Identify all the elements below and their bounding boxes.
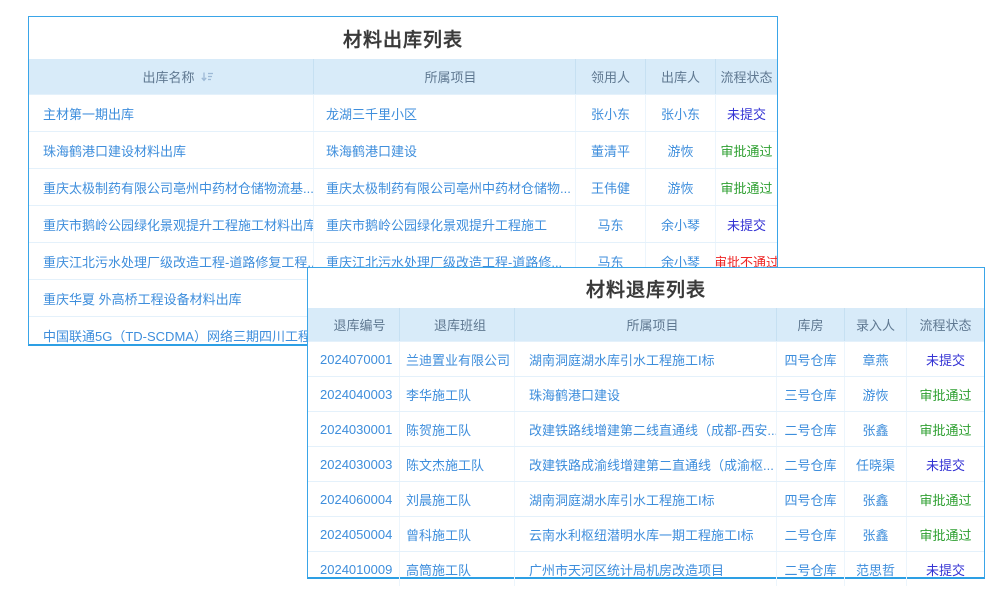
outbound-name-cell[interactable]: 重庆江北污水处理厂级改造工程-道路修复工程... [29, 243, 314, 279]
project-cell: 重庆太极制药有限公司亳州中药材仓储物... [314, 169, 576, 205]
column-header-outbound-name[interactable]: 出库名称 [29, 59, 314, 94]
table-row: 2024010009高筒施工队广州市天河区统计局机房改造项目二号仓库范思哲未提交 [308, 551, 984, 586]
project-cell: 湖南洞庭湖水库引水工程施工I标 [515, 482, 777, 516]
status-cell: 未提交 [716, 206, 777, 242]
team-cell: 陈贺施工队 [400, 412, 515, 446]
return-id-cell[interactable]: 2024060004 [308, 482, 400, 516]
project-cell: 湖南洞庭湖水库引水工程施工I标 [515, 342, 777, 376]
recorder-cell: 任晓渠 [845, 447, 907, 481]
outbound-table-header-row: 出库名称 所属项目 领用人 出库人 流程状态 [29, 59, 777, 94]
team-cell: 刘晨施工队 [400, 482, 515, 516]
return-id-cell[interactable]: 2024030003 [308, 447, 400, 481]
project-cell: 珠海鹤港口建设 [515, 377, 777, 411]
column-header-return-team: 退库班组 [400, 308, 515, 341]
project-cell: 改建铁路成渝线增建第二直通线（成渝枢... [515, 447, 777, 481]
return-table-header-row: 退库编号 退库班组 所属项目 库房 录入人 流程状态 [308, 308, 984, 341]
recorder-cell: 游恢 [845, 377, 907, 411]
project-cell: 珠海鹤港口建设 [314, 132, 576, 168]
outbound-name-cell[interactable]: 重庆市鹅岭公园绿化景观提升工程施工材料出库 [29, 206, 314, 242]
status-cell: 审批通过 [907, 412, 984, 446]
outbound-name-cell[interactable]: 主材第一期出库 [29, 95, 314, 131]
status-cell: 审批通过 [716, 169, 777, 205]
recorder-cell: 范思哲 [845, 552, 907, 586]
table-row: 2024060004刘晨施工队湖南洞庭湖水库引水工程施工I标四号仓库张鑫审批通过 [308, 481, 984, 516]
recorder-cell: 张鑫 [845, 482, 907, 516]
outbound-table-title: 材料出库列表 [29, 17, 777, 59]
project-cell: 龙湖三千里小区 [314, 95, 576, 131]
outbound-name-cell[interactable]: 珠海鹤港口建设材料出库 [29, 132, 314, 168]
status-cell: 审批通过 [907, 482, 984, 516]
table-row: 重庆太极制药有限公司亳州中药材仓储物流基...重庆太极制药有限公司亳州中药材仓储… [29, 168, 777, 205]
status-cell: 未提交 [907, 342, 984, 376]
recorder-cell: 张鑫 [845, 517, 907, 551]
table-row: 2024050004曾科施工队云南水利枢纽潜明水库一期工程施工I标二号仓库张鑫审… [308, 516, 984, 551]
issuer-cell: 余小琴 [646, 206, 716, 242]
return-id-cell[interactable]: 2024050004 [308, 517, 400, 551]
table-row: 2024070001兰迪置业有限公司湖南洞庭湖水库引水工程施工I标四号仓库章燕未… [308, 341, 984, 376]
status-cell: 未提交 [907, 447, 984, 481]
return-id-cell[interactable]: 2024030001 [308, 412, 400, 446]
issuer-cell: 游恢 [646, 132, 716, 168]
return-table-title: 材料退库列表 [308, 268, 984, 308]
team-cell: 兰迪置业有限公司 [400, 342, 515, 376]
recorder-cell: 张鑫 [845, 412, 907, 446]
table-row: 2024030001陈贺施工队改建铁路线增建第二线直通线（成都-西安...二号仓… [308, 411, 984, 446]
project-cell: 广州市天河区统计局机房改造项目 [515, 552, 777, 586]
recipient-cell: 王伟健 [576, 169, 646, 205]
warehouse-cell: 四号仓库 [777, 342, 845, 376]
warehouse-cell: 二号仓库 [777, 517, 845, 551]
team-cell: 曾科施工队 [400, 517, 515, 551]
column-header-project: 所属项目 [314, 59, 576, 94]
return-id-cell[interactable]: 2024070001 [308, 342, 400, 376]
column-header-return-project: 所属项目 [515, 308, 777, 341]
return-id-cell[interactable]: 2024010009 [308, 552, 400, 586]
recipient-cell: 马东 [576, 206, 646, 242]
team-cell: 陈文杰施工队 [400, 447, 515, 481]
warehouse-cell: 二号仓库 [777, 412, 845, 446]
return-table-body: 2024070001兰迪置业有限公司湖南洞庭湖水库引水工程施工I标四号仓库章燕未… [308, 341, 984, 586]
table-row: 重庆市鹅岭公园绿化景观提升工程施工材料出库重庆市鹅岭公园绿化景观提升工程施工马东… [29, 205, 777, 242]
project-cell: 改建铁路线增建第二线直通线（成都-西安... [515, 412, 777, 446]
column-header-status: 流程状态 [716, 59, 777, 94]
column-header-return-status: 流程状态 [907, 308, 984, 341]
warehouse-cell: 三号仓库 [777, 377, 845, 411]
outbound-name-cell[interactable]: 中国联通5G（TD-SCDMA）网络三期四川工程... [29, 317, 314, 353]
return-table: 材料退库列表 退库编号 退库班组 所属项目 库房 录入人 流程状态 202407… [307, 267, 985, 579]
column-header-recipient: 领用人 [576, 59, 646, 94]
status-cell: 审批通过 [907, 517, 984, 551]
project-cell: 云南水利枢纽潜明水库一期工程施工I标 [515, 517, 777, 551]
column-header-return-id: 退库编号 [308, 308, 400, 341]
recipient-cell: 董清平 [576, 132, 646, 168]
outbound-name-cell[interactable]: 重庆华夏 外高桥工程设备材料出库 [29, 280, 314, 316]
recorder-cell: 章燕 [845, 342, 907, 376]
outbound-name-cell[interactable]: 重庆太极制药有限公司亳州中药材仓储物流基... [29, 169, 314, 205]
column-header-issuer: 出库人 [646, 59, 716, 94]
table-row: 珠海鹤港口建设材料出库珠海鹤港口建设董清平游恢审批通过 [29, 131, 777, 168]
column-header-warehouse: 库房 [777, 308, 845, 341]
project-cell: 重庆市鹅岭公园绿化景观提升工程施工 [314, 206, 576, 242]
table-row: 主材第一期出库龙湖三千里小区张小东张小东未提交 [29, 94, 777, 131]
table-row: 2024030003陈文杰施工队改建铁路成渝线增建第二直通线（成渝枢...二号仓… [308, 446, 984, 481]
recipient-cell: 张小东 [576, 95, 646, 131]
warehouse-cell: 二号仓库 [777, 552, 845, 586]
status-cell: 审批通过 [907, 377, 984, 411]
page-canvas: 材料出库列表 出库名称 所属项目 领用人 [0, 0, 1000, 600]
issuer-cell: 游恢 [646, 169, 716, 205]
warehouse-cell: 四号仓库 [777, 482, 845, 516]
issuer-cell: 张小东 [646, 95, 716, 131]
team-cell: 高筒施工队 [400, 552, 515, 586]
table-row: 2024040003李华施工队珠海鹤港口建设三号仓库游恢审批通过 [308, 376, 984, 411]
warehouse-cell: 二号仓库 [777, 447, 845, 481]
sort-descending-icon[interactable] [201, 70, 214, 83]
team-cell: 李华施工队 [400, 377, 515, 411]
status-cell: 审批通过 [716, 132, 777, 168]
status-cell: 未提交 [716, 95, 777, 131]
column-header-recorder: 录入人 [845, 308, 907, 341]
return-id-cell[interactable]: 2024040003 [308, 377, 400, 411]
status-cell: 未提交 [907, 552, 984, 586]
